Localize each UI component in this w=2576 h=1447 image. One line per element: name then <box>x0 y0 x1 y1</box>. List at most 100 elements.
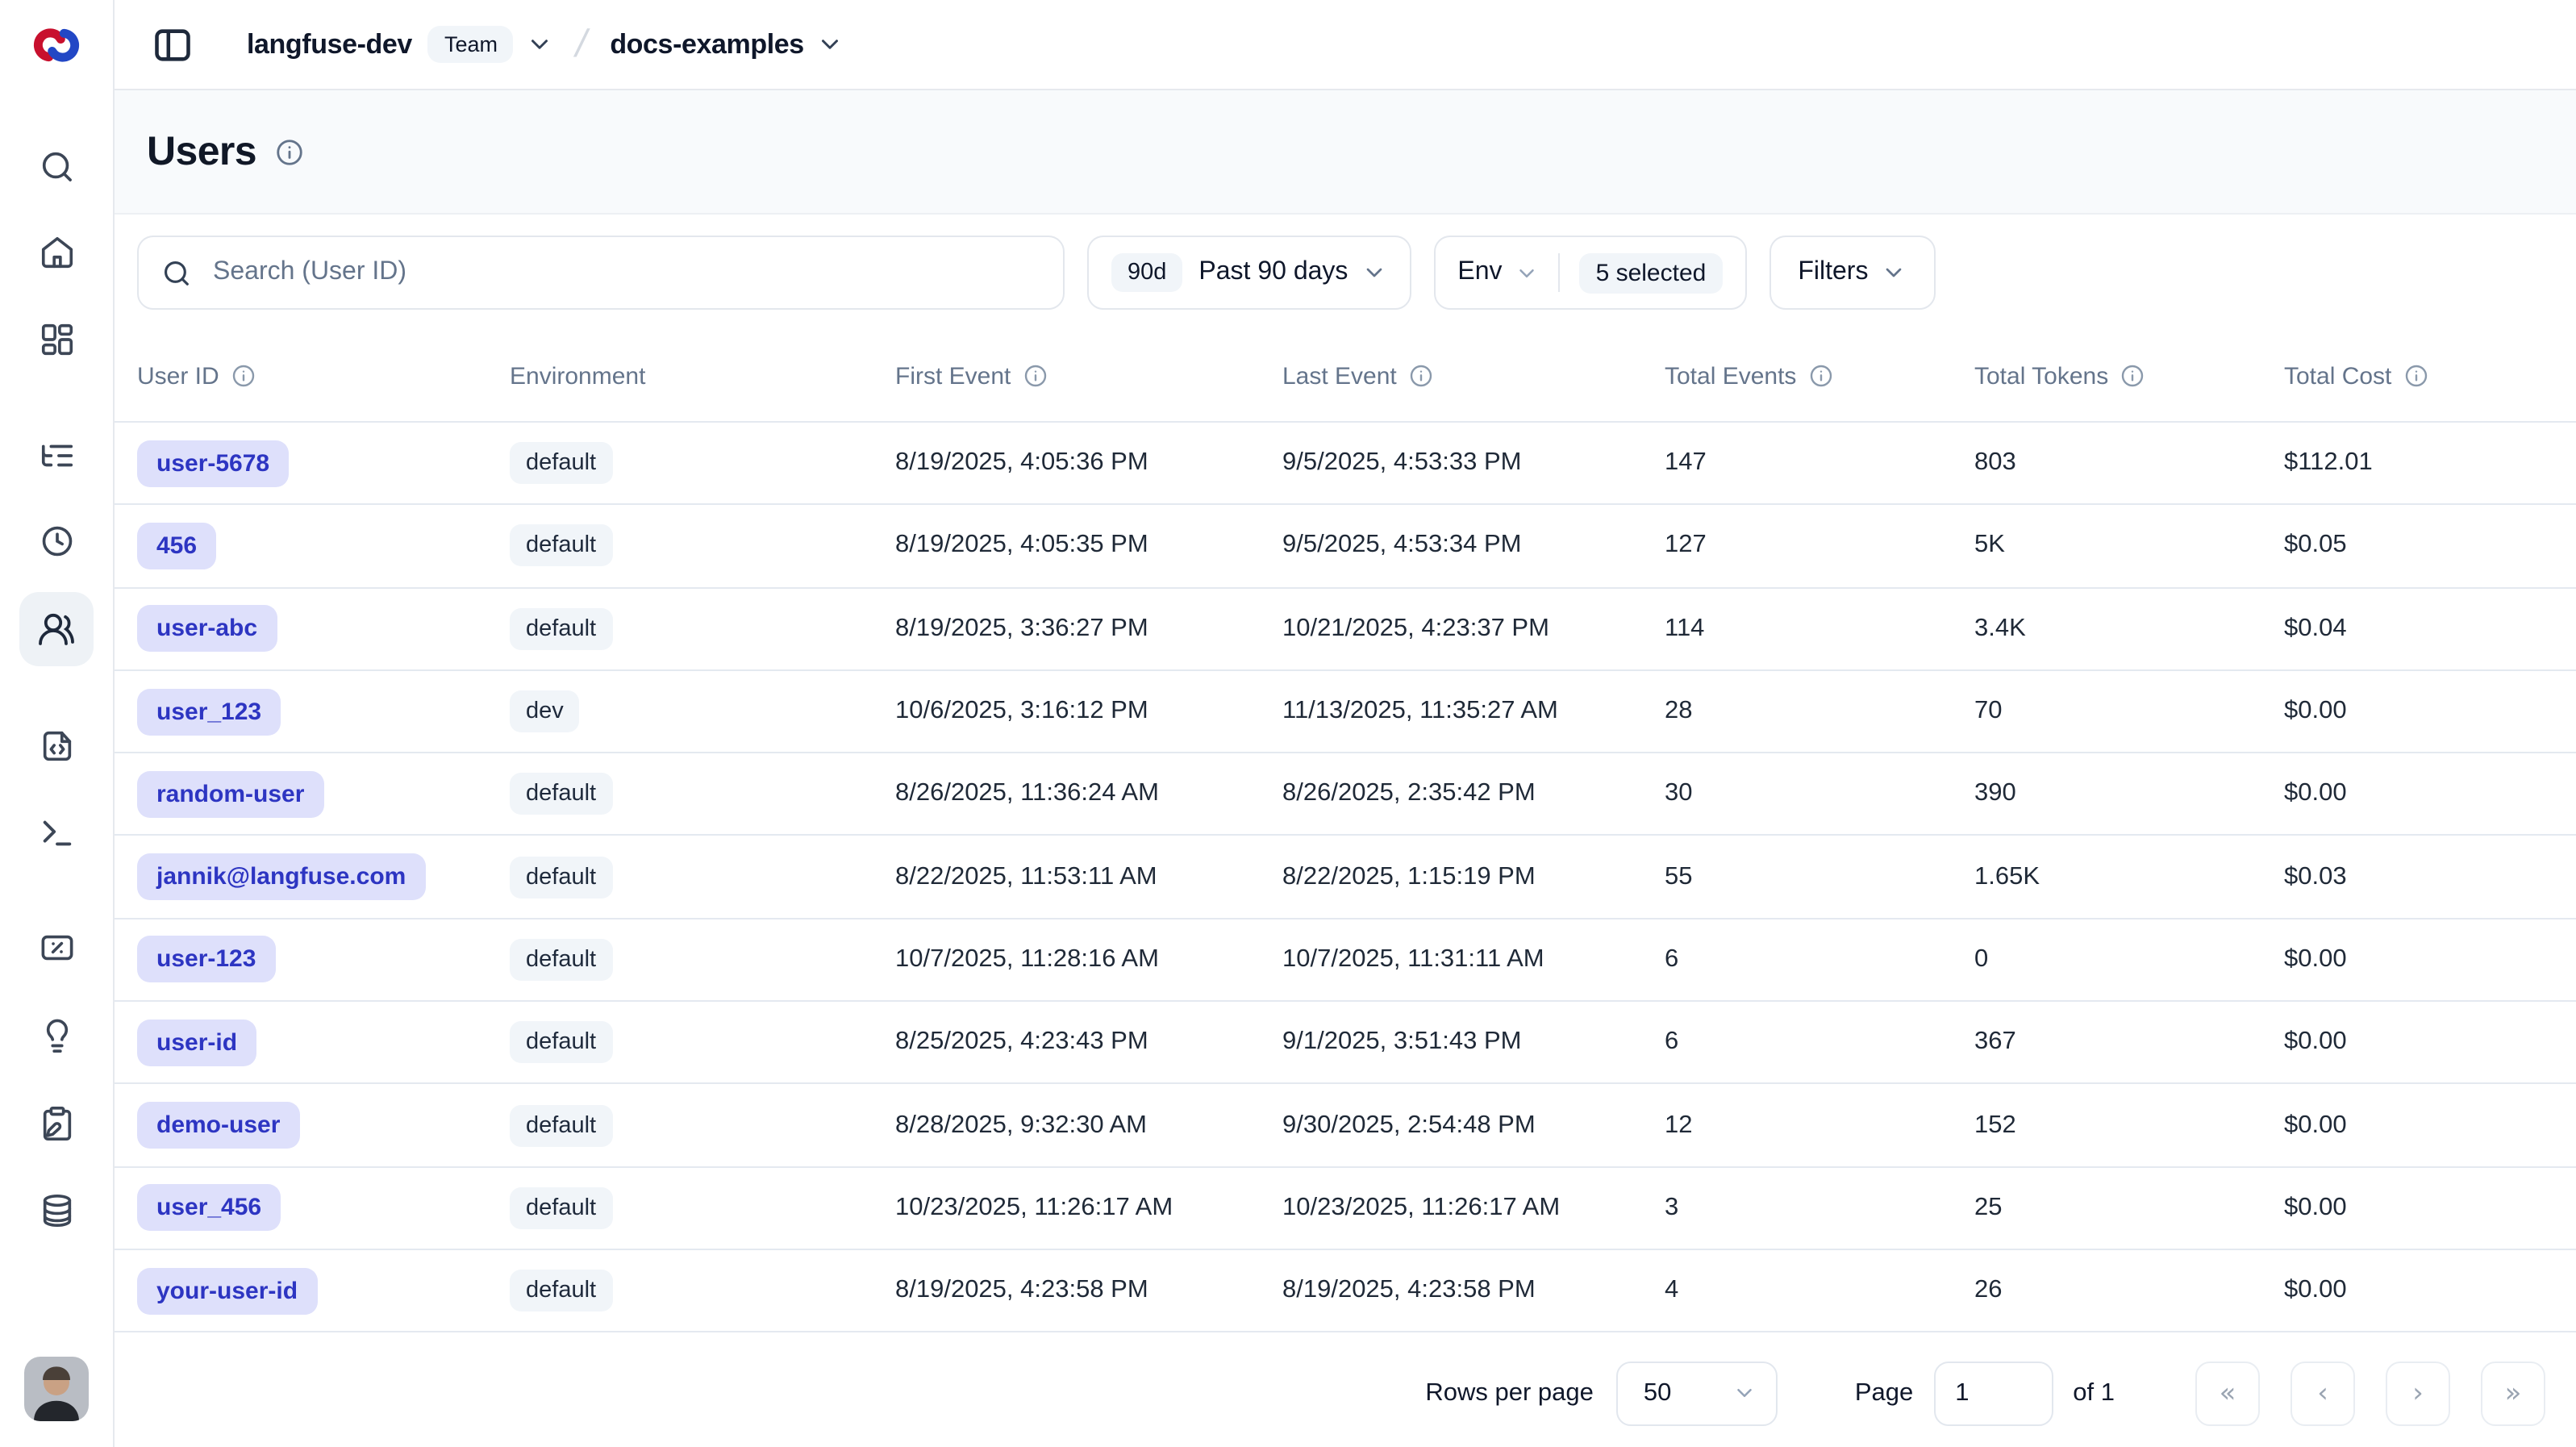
column-header[interactable]: Total Events <box>1665 362 1974 390</box>
first-event-cell: 10/7/2025, 11:28:16 AM <box>895 945 1282 974</box>
env-label: Env <box>1457 258 1502 287</box>
info-icon[interactable] <box>274 136 305 167</box>
total-cost-cell: $0.03 <box>2284 862 2576 891</box>
environment-badge: default <box>510 1270 612 1311</box>
percent-card-icon[interactable] <box>27 918 85 976</box>
users-icon[interactable] <box>19 592 94 666</box>
first-event-cell: 10/23/2025, 11:26:17 AM <box>895 1194 1282 1223</box>
info-icon[interactable] <box>1408 363 1434 389</box>
info-icon[interactable] <box>1807 363 1833 389</box>
column-header[interactable]: Total Cost <box>2284 362 2576 390</box>
sidebar <box>0 0 115 1447</box>
trace-tree-icon[interactable] <box>27 426 85 484</box>
column-header[interactable]: Environment <box>510 362 895 390</box>
clock-icon[interactable] <box>27 511 85 569</box>
table-row[interactable]: demo-user default 8/28/2025, 9:32:30 AM … <box>113 1085 2576 1168</box>
first-event-cell: 8/26/2025, 11:36:24 AM <box>895 780 1282 809</box>
filters-button[interactable]: Filters <box>1769 236 1936 310</box>
table-row[interactable]: user-abc default 8/19/2025, 3:36:27 PM 1… <box>113 588 2576 671</box>
last-event-cell: 11/13/2025, 11:35:27 AM <box>1282 697 1665 726</box>
chevron-down-icon <box>1515 261 1540 285</box>
table-row[interactable]: user-123 default 10/7/2025, 11:28:16 AM … <box>113 919 2576 1003</box>
sidebar-collapse-icon[interactable] <box>152 23 194 65</box>
user-id-link[interactable]: user_123 <box>137 688 281 735</box>
column-header[interactable]: User ID <box>137 362 510 390</box>
total-cost-cell: $0.00 <box>2284 780 2576 809</box>
search-icon[interactable] <box>27 137 85 195</box>
terminal-icon[interactable] <box>27 803 85 861</box>
table-row[interactable]: user-id default 8/25/2025, 4:23:43 PM 9/… <box>113 1002 2576 1085</box>
user-avatar[interactable] <box>24 1357 89 1421</box>
user-id-link[interactable]: jannik@langfuse.com <box>137 853 425 900</box>
last-event-cell: 10/7/2025, 11:31:11 AM <box>1282 945 1665 974</box>
column-header[interactable]: Last Event <box>1282 362 1665 390</box>
environment-badge: default <box>510 607 612 649</box>
total-tokens-cell: 1.65K <box>1974 862 2284 891</box>
user-id-link[interactable]: your-user-id <box>137 1267 317 1314</box>
table-row[interactable]: user_123 dev 10/6/2025, 3:16:12 PM 11/13… <box>113 671 2576 754</box>
total-events-cell: 28 <box>1665 697 1974 726</box>
environment-badge: default <box>510 1104 612 1146</box>
langfuse-logo-icon[interactable] <box>26 19 87 71</box>
app-window: langfuse-dev Team / docs-examples Users <box>0 0 2576 1447</box>
user-id-link[interactable]: user-123 <box>137 936 275 983</box>
column-header[interactable]: Total Tokens <box>1974 362 2284 390</box>
rows-per-page-select[interactable]: 50 <box>1616 1361 1778 1425</box>
table-row[interactable]: user-5678 default 8/19/2025, 4:05:36 PM … <box>113 423 2576 506</box>
table-row[interactable]: user_456 default 10/23/2025, 11:26:17 AM… <box>113 1167 2576 1250</box>
user-id-link[interactable]: user-abc <box>137 605 277 652</box>
first-event-cell: 8/19/2025, 4:23:58 PM <box>895 1276 1282 1305</box>
first-page-button[interactable]: « <box>2195 1361 2260 1425</box>
user-id-link[interactable]: user_456 <box>137 1185 281 1232</box>
file-code-icon[interactable] <box>27 716 85 774</box>
total-cost-cell: $0.00 <box>2284 1111 2576 1140</box>
table-row[interactable]: your-user-id default 8/19/2025, 4:23:58 … <box>113 1250 2576 1333</box>
environment-badge: dev <box>510 690 580 732</box>
column-header[interactable]: First Event <box>895 362 1282 390</box>
info-icon[interactable] <box>1022 363 1048 389</box>
chevron-down-icon[interactable] <box>817 31 844 58</box>
last-event-cell: 9/5/2025, 4:53:34 PM <box>1282 532 1665 561</box>
user-id-link[interactable]: demo-user <box>137 1102 299 1149</box>
rows-per-page-value: 50 <box>1644 1378 1672 1407</box>
environment-filter-button[interactable]: Env 5 selected <box>1433 236 1746 310</box>
info-icon[interactable] <box>2120 363 2145 389</box>
total-events-cell: 4 <box>1665 1276 1974 1305</box>
total-cost-cell: $0.00 <box>2284 1028 2576 1057</box>
env-selected-badge: 5 selected <box>1580 252 1723 293</box>
environment-badge: default <box>510 856 612 898</box>
home-icon[interactable] <box>27 223 85 281</box>
date-range-button[interactable]: 90d Past 90 days <box>1087 236 1411 310</box>
total-cost-cell: $0.00 <box>2284 1194 2576 1223</box>
project-name[interactable]: docs-examples <box>610 28 804 60</box>
user-id-link[interactable]: random-user <box>137 771 323 818</box>
divider <box>1559 253 1561 292</box>
table-row[interactable]: 456 default 8/19/2025, 4:05:35 PM 9/5/20… <box>113 506 2576 589</box>
database-icon[interactable] <box>27 1181 85 1239</box>
lightbulb-icon[interactable] <box>27 1007 85 1065</box>
info-icon[interactable] <box>2403 363 2428 389</box>
chevron-down-icon[interactable] <box>527 31 554 58</box>
last-page-button[interactable]: » <box>2481 1361 2545 1425</box>
total-events-cell: 147 <box>1665 448 1974 477</box>
first-event-cell: 8/22/2025, 11:53:11 AM <box>895 862 1282 891</box>
environment-badge: default <box>510 1187 612 1229</box>
info-icon[interactable] <box>231 363 256 389</box>
org-name[interactable]: langfuse-dev <box>247 28 412 60</box>
environment-badge: default <box>510 442 612 484</box>
chevron-down-icon <box>1881 260 1907 286</box>
dashboard-grid-icon[interactable] <box>27 310 85 368</box>
clipboard-pen-icon[interactable] <box>27 1094 85 1152</box>
table-row[interactable]: random-user default 8/26/2025, 11:36:24 … <box>113 753 2576 836</box>
user-id-link[interactable]: user-id <box>137 1019 256 1065</box>
total-tokens-cell: 25 <box>1974 1194 2284 1223</box>
first-event-cell: 10/6/2025, 3:16:12 PM <box>895 697 1282 726</box>
page-label: Page <box>1855 1378 1913 1407</box>
next-page-button[interactable]: › <box>2386 1361 2450 1425</box>
user-id-link[interactable]: user-5678 <box>137 440 289 486</box>
table-row[interactable]: jannik@langfuse.com default 8/22/2025, 1… <box>113 836 2576 919</box>
page-number-input[interactable] <box>1934 1361 2053 1425</box>
previous-page-button[interactable]: ‹ <box>2290 1361 2355 1425</box>
user-id-link[interactable]: 456 <box>137 523 216 569</box>
search-input[interactable] <box>210 256 1040 289</box>
